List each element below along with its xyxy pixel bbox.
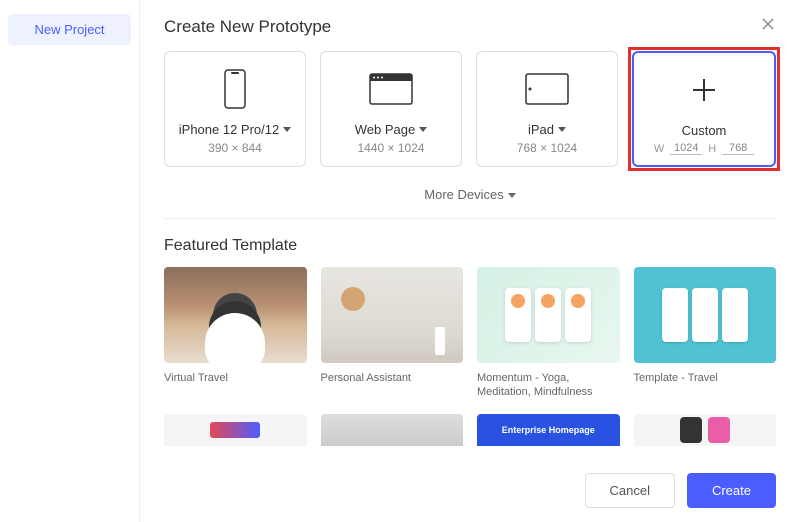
device-card-custom[interactable]: Custom W 1024 H 768 xyxy=(632,51,776,167)
phone-icon xyxy=(224,66,246,112)
chevron-down-icon xyxy=(508,193,516,198)
template-thumbnail xyxy=(634,267,777,363)
template-card[interactable]: Template - Travel xyxy=(634,267,777,400)
template-grid: Virtual Travel Personal Assistant Moment… xyxy=(164,267,776,400)
custom-width-input[interactable]: 1024 xyxy=(670,142,702,155)
browser-icon xyxy=(369,66,413,112)
close-button[interactable] xyxy=(760,16,776,37)
device-dims: 1440 × 1024 xyxy=(357,141,424,155)
main-panel: Create New Prototype iPhone 12 Pro/12 39… xyxy=(140,0,800,522)
device-label: Custom xyxy=(682,123,727,138)
template-thumbnail xyxy=(321,267,464,363)
template-name: Virtual Travel xyxy=(164,371,307,385)
device-card-ipad[interactable]: iPad 768 × 1024 xyxy=(476,51,618,167)
device-grid: iPhone 12 Pro/12 390 × 844 Web Page 1440… xyxy=(164,51,776,167)
page-title: Create New Prototype xyxy=(164,17,331,37)
template-thumbnail xyxy=(477,267,620,363)
template-card[interactable]: Momentum - Yoga, Meditation, Mindfulness xyxy=(477,267,620,400)
template-card[interactable]: Virtual Travel xyxy=(164,267,307,400)
plus-icon xyxy=(689,67,719,113)
chevron-down-icon xyxy=(558,127,566,132)
width-prefix: W xyxy=(654,143,664,155)
cancel-button[interactable]: Cancel xyxy=(585,473,675,508)
device-label: iPad xyxy=(528,122,554,137)
device-label: Web Page xyxy=(355,122,415,137)
chevron-down-icon xyxy=(283,127,291,132)
sidebar: New Project xyxy=(0,0,140,522)
more-devices-button[interactable]: More Devices xyxy=(164,179,776,219)
featured-title: Featured Template xyxy=(164,237,776,255)
tablet-icon xyxy=(525,66,569,112)
template-thumbnail xyxy=(164,267,307,363)
template-grid-row2: Enterprise Homepage xyxy=(164,414,776,446)
new-project-button[interactable]: New Project xyxy=(8,14,131,45)
device-label: iPhone 12 Pro/12 xyxy=(179,122,279,137)
chevron-down-icon xyxy=(419,127,427,132)
footer: Cancel Create xyxy=(140,459,800,522)
height-prefix: H xyxy=(708,143,716,155)
template-thumbnail[interactable]: Enterprise Homepage xyxy=(477,414,620,446)
template-thumbnail[interactable] xyxy=(164,414,307,446)
create-button[interactable]: Create xyxy=(687,473,776,508)
template-name: Template - Travel xyxy=(634,371,777,385)
custom-height-input[interactable]: 768 xyxy=(722,142,754,155)
device-card-web[interactable]: Web Page 1440 × 1024 xyxy=(320,51,462,167)
template-name: Personal Assistant xyxy=(321,371,464,385)
template-thumbnail[interactable] xyxy=(321,414,464,446)
close-icon xyxy=(760,16,776,32)
device-dims: 768 × 1024 xyxy=(517,141,577,155)
template-name: Momentum - Yoga, Meditation, Mindfulness xyxy=(477,371,620,400)
device-card-iphone[interactable]: iPhone 12 Pro/12 390 × 844 xyxy=(164,51,306,167)
template-card[interactable]: Personal Assistant xyxy=(321,267,464,400)
device-dims: 390 × 844 xyxy=(208,141,262,155)
template-thumbnail[interactable] xyxy=(634,414,777,446)
